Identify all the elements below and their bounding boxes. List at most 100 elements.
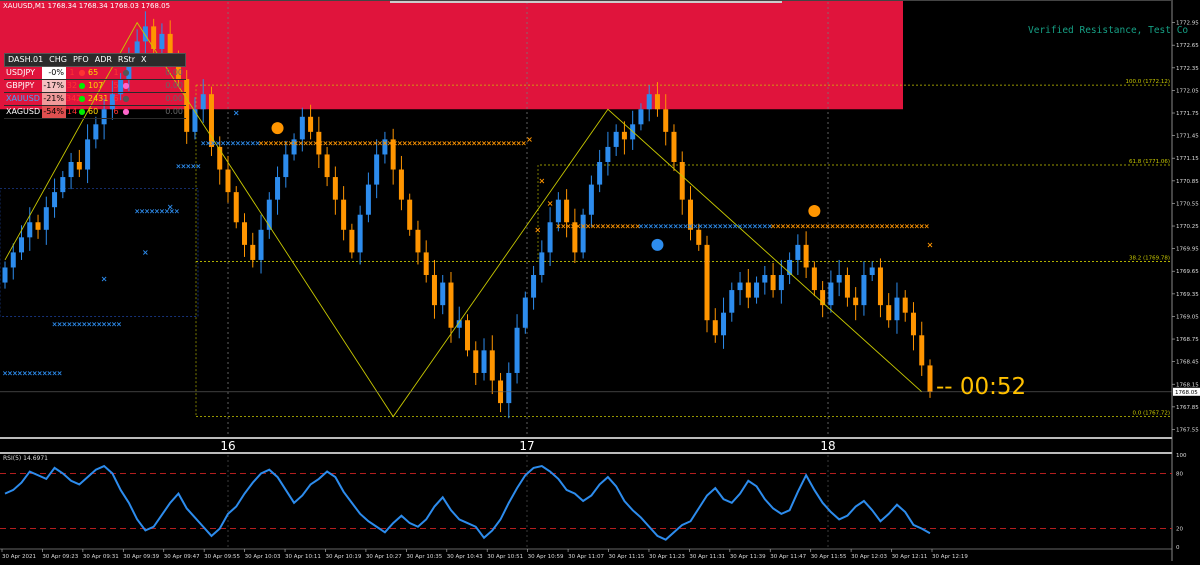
time-tick-label: 30 Apr 12:19 (932, 554, 968, 560)
signal-dot-icon (808, 204, 821, 217)
candle (324, 154, 330, 178)
fractal-marker: × (57, 369, 63, 377)
dashboard-row-xauusd[interactable]: XAUUSD -21% 342 ● 2431 6 ● 0.00 (4, 93, 186, 106)
candle (299, 116, 305, 140)
row-status-dot-icon: ● (78, 68, 86, 77)
candle (729, 290, 735, 313)
candle (712, 320, 718, 336)
candle (795, 244, 801, 260)
day-label: 16 (220, 439, 235, 453)
candle (910, 312, 916, 336)
row-flag-dot-icon: ● (122, 94, 130, 103)
candle (60, 177, 66, 193)
price-tick-label: 1772.05 (1176, 88, 1199, 94)
candle (861, 275, 867, 306)
price-tick-label: 1769.05 (1176, 314, 1199, 320)
fractal-marker: × (927, 240, 934, 249)
fib-level-label: 0.0 (1767.72) (1132, 411, 1170, 417)
day-label: 18 (820, 439, 835, 453)
fib-level-label: 38.2 (1769.78) (1129, 255, 1170, 261)
candle (894, 297, 900, 321)
signal-dot-icon (651, 238, 664, 251)
candle (308, 116, 314, 132)
candle (250, 244, 256, 260)
row-pfo: 14 (66, 107, 78, 116)
window-title: XAUUSD,M1 1768.34 1768.34 1768.03 1768.0… (3, 2, 171, 10)
fractal-marker: × (526, 135, 533, 144)
candle (671, 131, 677, 162)
candle (803, 244, 809, 268)
time-tick-label: 30 Apr 09:31 (83, 554, 119, 560)
candle (522, 297, 528, 328)
candle (754, 282, 760, 298)
day-label: 17 (519, 439, 534, 453)
candle (407, 199, 413, 230)
candle (902, 297, 908, 313)
dashboard-row-usdjpy[interactable]: USDJPY -0% 1 ● 65 1 ● 0.00 (4, 67, 186, 80)
candle (745, 282, 751, 298)
candle (440, 282, 446, 306)
price-tick-label: 1772.65 (1176, 43, 1199, 49)
time-tick-label: 30 Apr 10:43 (447, 554, 483, 560)
fib-level-label: 100.0 (1772.12) (1125, 79, 1170, 85)
time-tick-label: 30 Apr 10:59 (528, 554, 564, 560)
candle (332, 177, 338, 200)
candle (473, 350, 479, 373)
time-tick-label: 30 Apr 10:35 (406, 554, 442, 560)
row-change: -21% (42, 93, 66, 105)
header-adr: ADR (94, 55, 112, 64)
row-rstr: 1 (113, 68, 119, 77)
fractal-marker: × (101, 274, 108, 283)
candle (811, 267, 817, 291)
candle (398, 169, 404, 200)
candle (588, 184, 594, 215)
time-tick-label: 30 Apr 2021 (2, 554, 36, 560)
header-chg: CHG (49, 55, 67, 64)
row-symbol: GBPJPY (6, 81, 35, 90)
row-rstr: 5 (113, 81, 119, 90)
candle (68, 161, 74, 178)
row-change: -54% (42, 106, 66, 118)
candle (539, 252, 545, 276)
time-tick-label: 30 Apr 11:55 (811, 554, 847, 560)
price-tick-label: 1771.45 (1176, 134, 1199, 140)
candle (646, 94, 652, 110)
price-tick-label: 1769.65 (1176, 269, 1199, 275)
verified-resistance-label: Verified Resistance, Test Co (1028, 25, 1189, 36)
rsi-tick-label: 80 (1176, 471, 1183, 477)
dashboard-row-gbpjpy[interactable]: GBPJPY -17% 32 ● 107 5 ● 0.00 (4, 80, 186, 93)
price-tick-label: 1768.75 (1176, 337, 1199, 343)
candle (374, 154, 380, 185)
price-tick-label: 1771.75 (1176, 111, 1199, 117)
candle (192, 109, 198, 132)
price-tick-label: 1768.15 (1176, 382, 1199, 388)
fractal-marker: × (547, 199, 554, 208)
price-tick-label: 1769.35 (1176, 292, 1199, 298)
time-tick-label: 30 Apr 11:07 (568, 554, 604, 560)
row-pfo: 1 (69, 68, 75, 77)
candle (159, 33, 165, 49)
candle (52, 192, 58, 208)
row-value: 0.00 (165, 68, 183, 77)
candle (547, 222, 553, 253)
candle (555, 199, 561, 223)
candle (877, 267, 883, 306)
fractal-marker: × (174, 207, 180, 215)
candle (919, 335, 925, 366)
candle (836, 275, 842, 283)
row-status-dot-icon: ● (78, 107, 86, 116)
candle (621, 131, 627, 140)
dashboard-close-button[interactable]: X (138, 54, 149, 66)
candle (27, 222, 33, 238)
candle (349, 229, 355, 253)
time-tick-label: 30 Apr 11:15 (609, 554, 645, 560)
price-tick-label: 1767.55 (1176, 427, 1199, 433)
candle (423, 252, 429, 276)
dashboard-row-xagusd[interactable]: XAGUSD -54% 14 ● 60 6 ● 0.00 (4, 106, 186, 119)
row-adr: 65 (88, 68, 99, 77)
header-pfo: PFO (72, 55, 89, 64)
candle (679, 161, 685, 200)
fractal-marker: × (116, 320, 122, 328)
row-value: 0.00 (165, 81, 183, 90)
candle (365, 184, 371, 215)
